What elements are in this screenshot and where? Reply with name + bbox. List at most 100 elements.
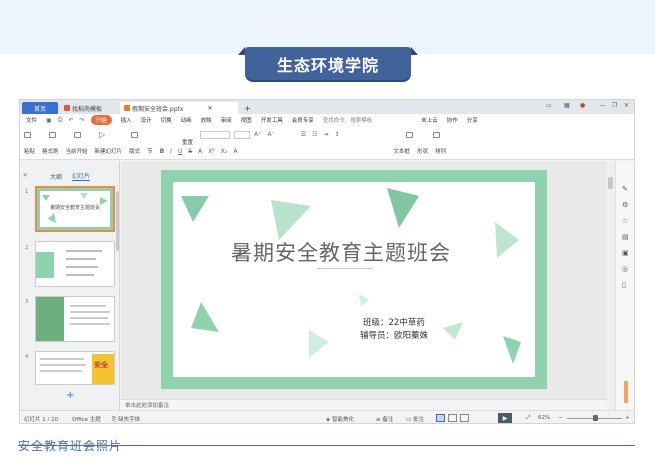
paste-icon[interactable] xyxy=(24,131,31,138)
layout-icon[interactable]: ▭ xyxy=(546,102,552,109)
zoom-level[interactable]: 62% xyxy=(538,415,550,421)
section-button[interactable]: 节 xyxy=(147,147,153,155)
tab-home[interactable]: 首页 xyxy=(22,102,58,114)
share-button[interactable]: 分享 xyxy=(467,116,478,124)
tab-outline[interactable]: 大纲 xyxy=(50,172,62,181)
menu-developer[interactable]: 开发工具 xyxy=(261,116,283,124)
arrange-button[interactable]: 排列 xyxy=(435,147,446,155)
menu-transition[interactable]: 切换 xyxy=(161,116,172,124)
textbox-button[interactable]: 文本框 xyxy=(393,147,410,155)
zoom-out-button[interactable]: − xyxy=(558,415,563,421)
zoom-in-button[interactable]: + xyxy=(625,415,630,421)
add-slide-button[interactable]: + xyxy=(66,390,74,401)
canvas-scrollbar[interactable] xyxy=(607,161,615,410)
beautify-button[interactable]: ◈ 智能美化 xyxy=(326,415,354,423)
layout-button[interactable]: 版式 xyxy=(129,147,140,155)
restore-icon[interactable]: ❐ xyxy=(612,102,617,109)
line-spacing-icon[interactable]: ↕ xyxy=(335,131,340,138)
class-info[interactable]: 班级：22中草药 xyxy=(363,316,425,328)
slide-thumb-2[interactable] xyxy=(35,241,115,287)
print-icon[interactable]: ⎙ xyxy=(58,116,63,124)
menu-view[interactable]: 视图 xyxy=(241,116,252,124)
new-tab-button[interactable]: + xyxy=(240,102,251,114)
font-name-select[interactable] xyxy=(200,130,231,139)
text-shadow-button[interactable]: A xyxy=(198,148,202,155)
scroll-thumb[interactable] xyxy=(608,177,613,189)
collaborate-button[interactable]: 协作 xyxy=(447,116,458,124)
folder-icon[interactable]: ▤ xyxy=(622,233,629,241)
menu-design[interactable]: 设计 xyxy=(141,116,152,124)
menu-home[interactable]: 开始 xyxy=(90,115,112,125)
toolbar-label-row: 粘贴 格式刷 当前开始 新建幻灯片 版式 节 B I U S A X² X₂ A… xyxy=(24,147,453,156)
smart-tool-icon[interactable]: ✎ xyxy=(622,185,628,193)
collapse-panel-icon[interactable]: « xyxy=(23,171,27,179)
bullet-list-icon[interactable]: ☰ xyxy=(301,131,306,138)
menu-insert[interactable]: 插入 xyxy=(121,116,132,124)
shapes-icon[interactable] xyxy=(432,131,440,138)
sorter-view-button[interactable] xyxy=(448,414,457,422)
indent-icon[interactable]: ⇥ xyxy=(324,131,329,138)
tab-template[interactable]: 找稻壳模板 xyxy=(60,102,120,114)
increase-font-icon[interactable]: A⁺ xyxy=(254,131,261,138)
cut-icon[interactable] xyxy=(49,131,56,138)
format-painter-icon[interactable] xyxy=(74,131,81,138)
numbered-list-icon[interactable]: ☷ xyxy=(312,131,317,138)
menu-animation[interactable]: 动画 xyxy=(181,116,192,124)
missing-font-button[interactable]: ⎘ 缺失字体 xyxy=(112,415,140,423)
italic-button[interactable]: I xyxy=(170,148,172,155)
menu-member[interactable]: 会员专享 xyxy=(292,116,314,124)
redo-icon[interactable]: ↷ xyxy=(80,117,85,124)
paste-button[interactable]: 粘贴 xyxy=(24,147,35,155)
menu-review[interactable]: 审阅 xyxy=(221,116,232,124)
reset-button[interactable]: 重置 xyxy=(182,138,193,146)
strikethrough-button[interactable]: S xyxy=(188,148,192,155)
font-size-select[interactable] xyxy=(234,130,251,139)
slide-thumb-4[interactable]: 安全 xyxy=(35,351,115,385)
save-icon[interactable]: ▣ xyxy=(46,117,52,124)
avatar[interactable]: ● xyxy=(580,102,585,109)
minimize-icon[interactable]: — xyxy=(600,102,606,109)
tab-slides[interactable]: 幻灯片 xyxy=(72,171,91,181)
menu-file[interactable]: 文件 xyxy=(26,116,37,124)
bold-button[interactable]: B xyxy=(160,148,165,155)
slide-thumb-3[interactable] xyxy=(35,296,115,342)
font-color-button[interactable]: A xyxy=(233,148,237,155)
slide-title[interactable]: 暑期安全教育主题班会 xyxy=(221,237,461,267)
comments-toggle[interactable]: ▭ 批注 xyxy=(406,415,424,423)
superscript-button[interactable]: X² xyxy=(208,148,215,155)
animation-icon[interactable]: ☆ xyxy=(622,217,628,225)
advisor-info[interactable]: 辅导员：欧阳蓁姝 xyxy=(360,329,428,341)
notes-toggle[interactable]: ≡ 备注 xyxy=(376,415,393,423)
close-window-icon[interactable]: ✕ xyxy=(624,102,629,109)
cloud-status[interactable]: 未上云 xyxy=(421,116,438,124)
tab-document[interactable]: 假期安全班会.pptx ✕ xyxy=(120,102,238,114)
slide-thumb-1[interactable]: 暑期安全教育主题班会 xyxy=(35,186,115,232)
decrease-font-icon[interactable]: A⁻ xyxy=(267,131,274,138)
play-from-current-button[interactable]: 当前开始 xyxy=(66,147,88,155)
fit-icon[interactable]: ⤢ xyxy=(526,415,530,422)
zoom-slider-handle[interactable] xyxy=(593,415,598,421)
notes-pane[interactable]: 单击此处添加备注 xyxy=(121,399,607,410)
play-from-current-icon[interactable]: ▷ xyxy=(99,130,105,139)
panel-scrollbar[interactable] xyxy=(116,191,119,251)
current-slide[interactable]: 暑期安全教育主题班会 班级：22中草药 辅导员：欧阳蓁姝 xyxy=(161,170,547,389)
new-slide-button[interactable]: 新建幻灯片 xyxy=(95,147,123,155)
shapes-button[interactable]: 形状 xyxy=(417,147,428,155)
new-slide-icon[interactable] xyxy=(131,131,139,138)
undo-icon[interactable]: ↶ xyxy=(69,117,74,124)
textbox-icon[interactable] xyxy=(405,131,413,138)
normal-view-button[interactable] xyxy=(436,414,445,422)
subscript-button[interactable]: X₂ xyxy=(221,148,228,155)
location-icon[interactable]: ◎ xyxy=(622,265,628,273)
underline-button[interactable]: U xyxy=(178,148,182,155)
book-icon[interactable]: ▯ xyxy=(622,281,626,289)
apps-grid-icon[interactable]: ▦ xyxy=(564,102,570,109)
format-painter-button[interactable]: 格式刷 xyxy=(42,147,59,155)
settings-icon[interactable]: ⚙ xyxy=(622,201,628,209)
menu-slideshow[interactable]: 放映 xyxy=(201,116,212,124)
close-tab-icon[interactable]: ✕ xyxy=(207,105,212,112)
reading-view-button[interactable] xyxy=(460,414,469,422)
image-icon[interactable]: ▣ xyxy=(622,249,629,257)
slideshow-button[interactable]: ▶ xyxy=(498,413,512,423)
search-command-input[interactable]: 查找命令、搜索模板 xyxy=(323,116,373,124)
